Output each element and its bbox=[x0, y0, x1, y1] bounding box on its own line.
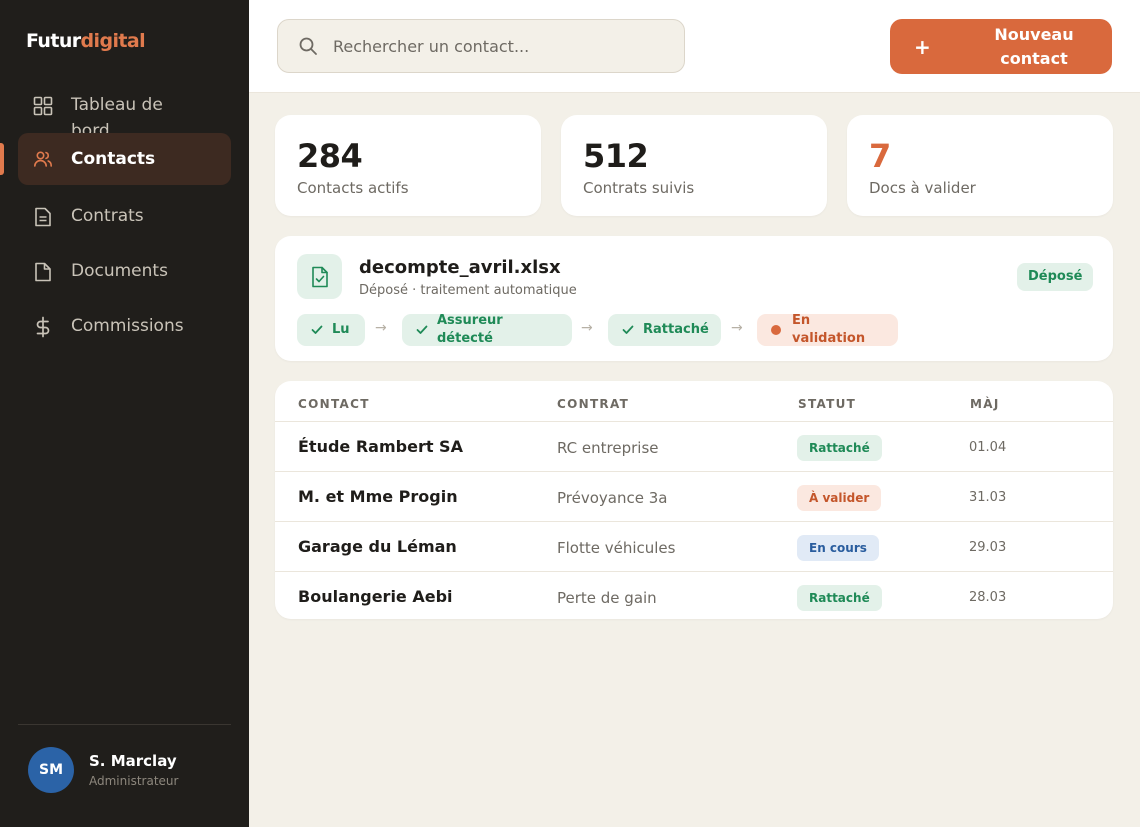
sidebar-item-contrats[interactable]: Contrats bbox=[18, 203, 231, 233]
pipeline-step-assureur: Assureur détecté bbox=[402, 313, 572, 346]
new-contact-label: Nouveau contact bbox=[994, 24, 1074, 68]
table-row[interactable]: Boulangerie Aebi Perte de gain Rattaché … bbox=[275, 571, 1113, 619]
user-info: S. Marclay Administrateur bbox=[89, 752, 178, 788]
status-badge: En cours bbox=[797, 535, 879, 561]
contacts-table: CONTACT CONTRAT STATUT MÀJ Étude Rambert… bbox=[275, 381, 1113, 619]
cell-contrat: Prévoyance 3a bbox=[557, 489, 668, 507]
sidebar-divider bbox=[18, 724, 231, 725]
active-indicator bbox=[0, 143, 4, 175]
sidebar-item-commissions[interactable]: Commissions bbox=[18, 313, 231, 343]
table-row[interactable]: M. et Mme Progin Prévoyance 3a À valider… bbox=[275, 471, 1113, 521]
stat-label: Docs à valider bbox=[869, 179, 976, 197]
check-icon bbox=[311, 325, 323, 335]
stat-label: Contacts actifs bbox=[297, 179, 409, 197]
sidebar: Futurdigital Tableau de bord Contacts Co… bbox=[0, 0, 249, 827]
file-check-icon bbox=[297, 254, 342, 299]
sidebar-item-contacts[interactable]: Contacts bbox=[18, 133, 231, 185]
cell-contact: Étude Rambert SA bbox=[298, 437, 463, 456]
grid-icon bbox=[32, 95, 54, 117]
topbar: + Nouveau contact bbox=[249, 0, 1140, 93]
document-icon bbox=[32, 261, 54, 283]
user-profile[interactable]: SM S. Marclay Administrateur bbox=[28, 747, 178, 793]
search-box[interactable] bbox=[277, 19, 685, 73]
status-badge: Rattaché bbox=[797, 585, 882, 611]
status-badge: Déposé bbox=[1017, 263, 1094, 291]
stat-value: 7 bbox=[869, 137, 891, 175]
stat-value: 284 bbox=[297, 137, 363, 175]
step-label: Lu bbox=[332, 322, 350, 337]
cell-contact: M. et Mme Progin bbox=[298, 487, 458, 506]
pipeline-step-lu: Lu bbox=[297, 314, 365, 346]
cell-contact: Garage du Léman bbox=[298, 537, 457, 556]
users-icon bbox=[32, 148, 54, 170]
file-text-icon bbox=[32, 206, 54, 228]
stat-label: Contrats suivis bbox=[583, 179, 695, 197]
step-label: En validation bbox=[792, 313, 866, 346]
arrow-right-icon: → bbox=[581, 320, 593, 336]
status-badge: À valider bbox=[797, 485, 882, 511]
column-header-maj[interactable]: MÀJ bbox=[970, 397, 1000, 411]
column-header-contrat[interactable]: CONTRAT bbox=[557, 397, 629, 411]
cell-contrat: Perte de gain bbox=[557, 589, 657, 607]
step-label: Rattaché bbox=[643, 322, 709, 337]
sidebar-item-label: Contacts bbox=[71, 149, 156, 169]
avatar: SM bbox=[28, 747, 74, 793]
stat-value: 512 bbox=[583, 137, 649, 175]
search-icon bbox=[298, 35, 320, 57]
logo-text-digital: digital bbox=[80, 30, 146, 52]
document-card[interactable]: decompte_avril.xlsx Déposé · traitement … bbox=[275, 236, 1113, 361]
cell-contrat: Flotte véhicules bbox=[557, 539, 676, 557]
column-header-statut[interactable]: STATUT bbox=[798, 397, 856, 411]
arrow-right-icon: → bbox=[375, 320, 387, 336]
check-icon bbox=[416, 325, 428, 335]
stat-card-contrats: 512 Contrats suivis bbox=[561, 115, 827, 216]
pipeline-step-rattache: Rattaché bbox=[608, 314, 721, 346]
table-row[interactable]: Garage du Léman Flotte véhicules En cour… bbox=[275, 521, 1113, 571]
logo-text-futur: Futur bbox=[26, 30, 81, 52]
currency-icon bbox=[32, 316, 54, 338]
status-dot-icon bbox=[771, 325, 783, 335]
document-subtitle: Déposé · traitement automatique bbox=[359, 283, 577, 298]
user-name: S. Marclay bbox=[89, 752, 177, 770]
cell-contrat: RC entreprise bbox=[557, 439, 659, 457]
sidebar-item-label: Commissions bbox=[71, 316, 184, 336]
arrow-right-icon: → bbox=[731, 320, 743, 336]
pipeline-step-validation: En validation bbox=[757, 313, 898, 346]
cell-maj: 31.03 bbox=[969, 490, 1007, 505]
stat-card-contacts: 284 Contacts actifs bbox=[275, 115, 541, 216]
stat-card-docs: 7 Docs à valider bbox=[847, 115, 1113, 216]
app-logo[interactable]: Futurdigital bbox=[26, 30, 146, 52]
status-badge: Rattaché bbox=[797, 435, 882, 461]
new-contact-button[interactable]: + Nouveau contact bbox=[890, 19, 1112, 74]
search-input[interactable] bbox=[333, 36, 663, 56]
column-header-contact[interactable]: CONTACT bbox=[298, 397, 370, 411]
cell-maj: 01.04 bbox=[969, 440, 1007, 455]
check-icon bbox=[622, 325, 634, 335]
sidebar-item-documents[interactable]: Documents bbox=[18, 258, 231, 288]
sidebar-item-label: Contrats bbox=[71, 206, 144, 226]
sidebar-item-label: Documents bbox=[71, 261, 168, 281]
cell-maj: 29.03 bbox=[969, 540, 1007, 555]
table-row[interactable]: Étude Rambert SA RC entreprise Rattaché … bbox=[275, 421, 1113, 471]
document-filename: decompte_avril.xlsx bbox=[359, 257, 561, 278]
plus-icon: + bbox=[914, 34, 931, 59]
cell-contact: Boulangerie Aebi bbox=[298, 587, 453, 606]
cell-maj: 28.03 bbox=[969, 590, 1007, 605]
step-label: Assureur détecté bbox=[437, 313, 503, 346]
user-role: Administrateur bbox=[89, 774, 179, 788]
